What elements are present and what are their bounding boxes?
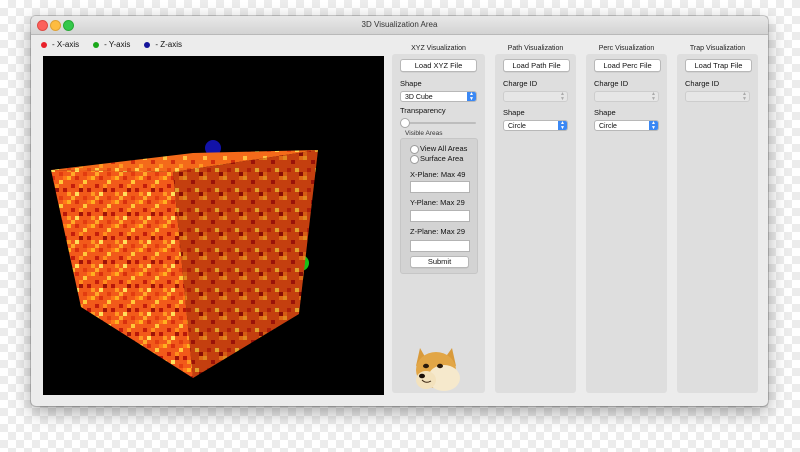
trap-charge-id-label: Charge ID [685, 79, 720, 88]
path-charge-id-select[interactable]: ▲ ▼ [503, 91, 568, 102]
y-plane-input[interactable] [410, 210, 470, 222]
y-axis-dot-icon [93, 41, 100, 48]
up-down-chevron-icon: ▲ ▼ [467, 92, 476, 102]
path-charge-id-label: Charge ID [503, 79, 538, 88]
legend-y-label: - Y-axis [104, 40, 131, 49]
view-all-areas-radio[interactable] [410, 145, 419, 154]
up-down-chevron-icon: ▲ ▼ [649, 121, 658, 131]
z-axis-dot-icon [144, 41, 151, 48]
visible-areas-label: Visible Areas [405, 130, 443, 137]
xyz-visualization-panel: XYZ Visualization Load XYZ File Shape 3D… [392, 45, 485, 393]
trap-panel-title: Trap Visualization [689, 45, 746, 52]
title-bar: 3D Visualization Area [31, 16, 768, 35]
shape-label: Shape [400, 79, 422, 88]
x-plane-label: X-Plane: Max 49 [410, 170, 466, 179]
submit-button[interactable]: Submit [410, 256, 469, 268]
load-path-file-button[interactable]: Load Path File [503, 59, 570, 72]
surface-area-radio[interactable] [410, 155, 419, 164]
load-xyz-file-button[interactable]: Load XYZ File [400, 59, 477, 72]
transparency-slider-track[interactable] [402, 122, 476, 124]
window-title: 3D Visualization Area [361, 20, 438, 29]
up-down-chevron-icon: ▲ ▼ [651, 91, 656, 102]
legend-x-label: - X-axis [52, 40, 80, 49]
up-down-chevron-icon: ▲ ▼ [558, 121, 567, 131]
trap-visualization-panel: Trap Visualization Load Trap File Charge… [677, 45, 758, 393]
perc-charge-id-select[interactable]: ▲ ▼ [594, 91, 659, 102]
3d-viewport[interactable] [43, 56, 384, 395]
z-plane-label: Z-Plane: Max 29 [410, 227, 466, 236]
path-visualization-panel: Path Visualization Load Path File Charge… [495, 45, 576, 393]
perc-shape-select[interactable]: Circle ▲ ▼ [594, 120, 659, 131]
xyz-panel-title: XYZ Visualization [411, 45, 466, 52]
perc-visualization-panel: Perc Visualization Load Perc File Charge… [586, 45, 667, 393]
transparency-label: Transparency [400, 106, 446, 115]
legend-x-axis: - X-axis [41, 40, 79, 49]
load-perc-file-button[interactable]: Load Perc File [594, 59, 661, 72]
x-plane-input[interactable] [410, 181, 470, 193]
cube-right-shade [173, 150, 318, 378]
load-trap-file-button[interactable]: Load Trap File [685, 59, 752, 72]
perc-panel-title: Perc Visualization [598, 45, 655, 52]
path-panel-title: Path Visualization [507, 45, 564, 52]
shape-select[interactable]: 3D Cube ▲ ▼ [400, 91, 477, 102]
legend-z-axis: - Z-axis [144, 40, 182, 49]
trap-charge-id-select[interactable]: ▲ ▼ [685, 91, 750, 102]
perc-shape-value: Circle [599, 123, 617, 130]
transparency-slider-knob[interactable] [400, 118, 410, 128]
perc-charge-id-label: Charge ID [594, 79, 629, 88]
shiba-dog-icon [416, 348, 460, 391]
y-plane-label: Y-Plane: Max 29 [410, 198, 465, 207]
z-plane-input[interactable] [410, 240, 470, 252]
x-axis-dot-icon [41, 41, 47, 48]
cube-render [51, 140, 318, 378]
path-shape-value: Circle [508, 123, 526, 130]
shape-select-value: 3D Cube [405, 94, 433, 101]
path-shape-label: Shape [503, 108, 525, 117]
cube-front-face [51, 170, 193, 378]
up-down-chevron-icon: ▲ ▼ [560, 91, 565, 102]
legend-y-axis: - Y-axis [93, 40, 130, 49]
perc-shape-label: Shape [594, 108, 616, 117]
legend-z-label: - Z-axis [155, 40, 183, 49]
visible-areas-group: View All Areas Surface Area X-Plane: Max… [400, 138, 478, 274]
path-shape-select[interactable]: Circle ▲ ▼ [503, 120, 568, 131]
view-all-areas-label: View All Areas [420, 144, 468, 153]
up-down-chevron-icon: ▲ ▼ [742, 91, 747, 102]
app-window: 3D Visualization Area - X-axis - Y-axis … [31, 16, 768, 406]
axis-legend: - X-axis - Y-axis - Z-axis [41, 40, 182, 49]
surface-area-label: Surface Area [420, 154, 464, 163]
